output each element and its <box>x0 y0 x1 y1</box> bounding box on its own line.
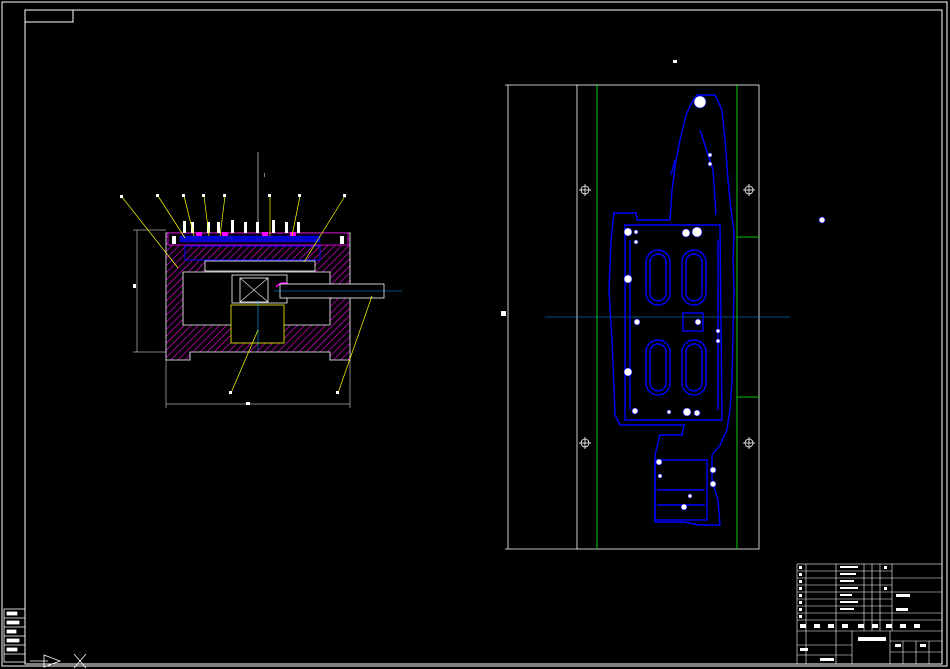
plan-view <box>501 60 826 550</box>
mounting-holes <box>579 184 755 449</box>
section-view: I <box>120 152 402 408</box>
title-block <box>796 563 943 665</box>
cad-drawing-canvas: I <box>1 1 948 669</box>
view-marker-i: I <box>264 173 265 179</box>
corner-label-box <box>24 9 74 23</box>
title-block-text-marks <box>799 566 926 661</box>
detached-pin <box>818 216 826 224</box>
view-marker-ii <box>673 60 677 63</box>
part-outline <box>608 94 735 526</box>
binding-margin <box>3 608 26 663</box>
drawing-frame <box>1 1 948 667</box>
locating-holes <box>623 95 721 511</box>
